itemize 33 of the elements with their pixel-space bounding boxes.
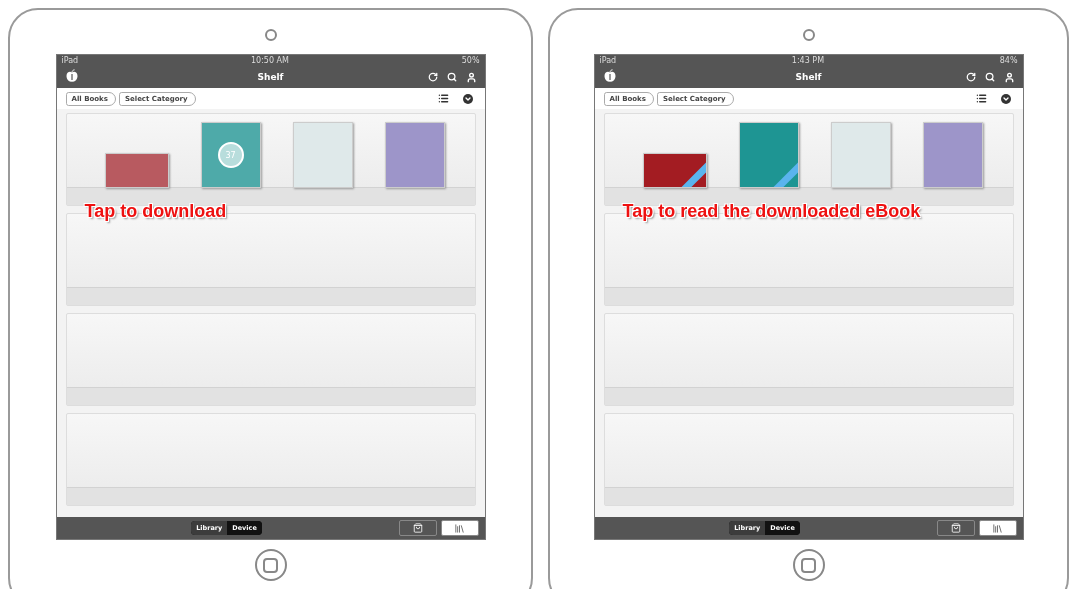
camera-icon	[264, 29, 277, 41]
user-icon[interactable]	[465, 71, 477, 83]
carrier-label: iPad	[599, 56, 617, 65]
dropdown-icon[interactable]	[462, 93, 473, 104]
page-title: Shelf	[257, 72, 284, 82]
battery-label: 50%	[461, 56, 480, 65]
download-progress: 37	[217, 142, 244, 168]
list-view-icon[interactable]	[975, 93, 987, 104]
book-cover[interactable]	[642, 153, 707, 188]
shelf-tab[interactable]	[440, 520, 479, 536]
annotation-text: Tap to download	[84, 201, 227, 222]
bag-icon	[950, 523, 961, 533]
shelf-tab[interactable]	[978, 520, 1017, 536]
carrier-label: iPad	[61, 56, 79, 65]
clock-label: 10:50 AM	[250, 56, 289, 65]
bag-tab[interactable]	[936, 520, 975, 536]
refresh-icon[interactable]	[965, 71, 976, 83]
books-icon	[454, 522, 465, 534]
user-icon[interactable]	[1003, 71, 1015, 83]
bag-icon	[412, 523, 423, 533]
annotation-text: Tap to read the downloaded eBook	[622, 201, 921, 222]
clock-label: 1:43 PM	[791, 56, 825, 65]
bag-tab[interactable]	[398, 520, 437, 536]
book-cover[interactable]	[104, 153, 169, 188]
battery-label: 84%	[999, 56, 1018, 65]
dropdown-icon[interactable]	[1000, 93, 1011, 104]
page-title: Shelf	[795, 72, 822, 82]
refresh-icon[interactable]	[427, 71, 438, 83]
list-view-icon[interactable]	[437, 93, 449, 104]
books-icon	[992, 522, 1003, 534]
search-icon[interactable]	[446, 71, 457, 83]
search-icon[interactable]	[984, 71, 995, 83]
camera-icon	[802, 29, 815, 41]
